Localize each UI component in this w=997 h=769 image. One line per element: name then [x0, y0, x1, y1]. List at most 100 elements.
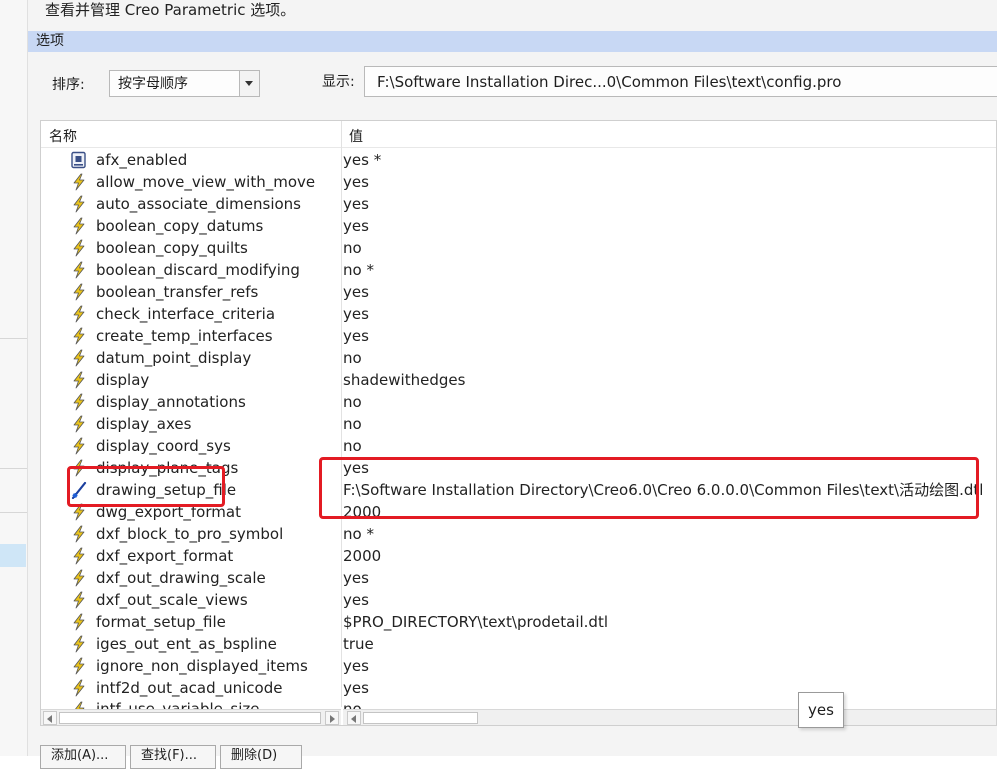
option-name: boolean_copy_datums — [96, 217, 264, 235]
option-value[interactable]: $PRO_DIRECTORY\text\prodetail.dtl — [343, 612, 608, 632]
scroll-right-icon[interactable] — [325, 711, 339, 725]
column-header-value[interactable]: 值 — [349, 126, 363, 146]
option-value[interactable]: yes — [343, 326, 369, 346]
lightning-icon — [70, 349, 88, 367]
option-value[interactable]: yes — [343, 172, 369, 192]
left-strip-selected-item[interactable] — [0, 544, 26, 567]
option-name: display_axes — [96, 415, 192, 433]
table-row[interactable]: check_interface_criteria yes — [41, 303, 996, 325]
table-row[interactable]: allow_move_view_with_move yes — [41, 171, 996, 193]
table-row[interactable]: display shadewithedges — [41, 369, 996, 391]
option-name: dxf_export_format — [96, 547, 234, 565]
table-row[interactable]: dxf_out_drawing_scale yes — [41, 567, 996, 589]
option-name: dxf_out_scale_views — [96, 591, 248, 609]
config-file-field[interactable]: F:\Software Installation Direc...0\Commo… — [364, 66, 997, 97]
column-header-name[interactable]: 名称 — [49, 126, 77, 146]
option-value[interactable]: no * — [343, 524, 374, 544]
option-value[interactable]: yes — [343, 282, 369, 302]
option-name: dxf_block_to_pro_symbol — [96, 525, 284, 543]
table-row[interactable]: format_setup_file $PRO_DIRECTORY\text\pro… — [41, 611, 996, 633]
table-row[interactable]: boolean_copy_datums yes — [41, 215, 996, 237]
config-file-path: F:\Software Installation Direc...0\Commo… — [377, 73, 842, 91]
table-row[interactable]: afx_enabled yes * — [41, 149, 996, 171]
option-value[interactable]: no — [343, 238, 362, 258]
option-name: display — [96, 371, 150, 389]
section-title: 选项 — [28, 31, 997, 52]
left-strip-divider — [0, 512, 27, 513]
delete-button[interactable]: 删除(D) — [220, 745, 302, 769]
sort-label: 排序: — [52, 77, 85, 93]
option-name: ignore_non_displayed_items — [96, 657, 308, 675]
sort-dropdown[interactable]: 按字母顺序 — [109, 70, 260, 97]
highlight-box-value — [319, 457, 979, 519]
table-row[interactable]: boolean_discard_modifying no * — [41, 259, 996, 281]
option-value[interactable]: yes — [343, 216, 369, 236]
scroll-left-icon[interactable] — [43, 711, 57, 725]
table-row[interactable]: auto_associate_dimensions yes — [41, 193, 996, 215]
option-name: afx_enabled — [96, 151, 188, 169]
table-row[interactable]: dxf_block_to_pro_symbol no * — [41, 523, 996, 545]
option-value[interactable]: no — [343, 436, 362, 456]
lightning-icon — [70, 657, 88, 675]
find-button[interactable]: 查找(F)... — [130, 745, 216, 769]
table-row[interactable]: boolean_copy_quilts no — [41, 237, 996, 259]
table-row[interactable]: dxf_out_scale_views yes — [41, 589, 996, 611]
scroll-thumb[interactable] — [59, 712, 321, 724]
lightning-icon — [70, 679, 88, 697]
lightning-icon — [70, 635, 88, 653]
value-column-scrollbar[interactable] — [343, 709, 996, 725]
option-value[interactable]: yes — [343, 194, 369, 214]
option-value[interactable]: yes * — [343, 150, 381, 170]
lightning-icon — [70, 569, 88, 587]
option-value[interactable]: 2000 — [343, 546, 381, 566]
option-name: boolean_copy_quilts — [96, 239, 248, 257]
option-name: check_interface_criteria — [96, 305, 276, 323]
scroll-thumb[interactable] — [363, 712, 478, 724]
left-strip-divider — [0, 468, 27, 469]
table-row[interactable]: display_coord_sys no — [41, 435, 996, 457]
option-name: iges_out_ent_as_bspline — [96, 635, 277, 653]
option-value[interactable]: no * — [343, 260, 374, 280]
option-value[interactable]: shadewithedges — [343, 370, 465, 390]
scroll-left-icon[interactable] — [347, 711, 361, 725]
add-button[interactable]: 添加(A)... — [40, 745, 126, 769]
option-value[interactable]: no — [343, 392, 362, 412]
option-value[interactable]: no — [343, 348, 362, 368]
highlight-box-name — [67, 466, 225, 507]
table-row[interactable]: display_axes no — [41, 413, 996, 435]
lightning-icon — [70, 371, 88, 389]
option-value[interactable]: yes — [343, 656, 369, 676]
option-value[interactable]: yes — [343, 304, 369, 324]
lightning-icon — [70, 305, 88, 323]
options-rows: afx_enabled yes * allow_move_view_with_mov… — [41, 149, 996, 713]
option-value[interactable]: yes — [343, 590, 369, 610]
table-row[interactable]: datum_point_display no — [41, 347, 996, 369]
option-value[interactable]: yes — [343, 678, 369, 698]
option-value[interactable]: yes — [343, 568, 369, 588]
page-description: 查看并管理 Creo Parametric 选项。 — [45, 1, 296, 19]
options-panel: 查看并管理 Creo Parametric 选项。 选项 排序: 按字母顺序 显… — [28, 0, 997, 769]
option-value[interactable]: true — [343, 634, 374, 654]
gray-config-icon — [70, 151, 88, 169]
option-name: create_temp_interfaces — [96, 327, 273, 345]
name-column-scrollbar[interactable] — [41, 709, 341, 725]
chevron-down-icon[interactable] — [239, 71, 259, 96]
option-name: format_setup_file — [96, 613, 226, 631]
show-label: 显示: — [322, 74, 355, 90]
lightning-icon — [70, 261, 88, 279]
option-value[interactable]: no — [343, 414, 362, 434]
option-name: allow_move_view_with_move — [96, 173, 316, 191]
table-row[interactable]: create_temp_interfaces yes — [41, 325, 996, 347]
option-name: datum_point_display — [96, 349, 252, 367]
option-name: display_coord_sys — [96, 437, 231, 455]
table-row[interactable]: ignore_non_displayed_items yes — [41, 655, 996, 677]
table-row[interactable]: iges_out_ent_as_bspline true — [41, 633, 996, 655]
table-row[interactable]: display_annotations no — [41, 391, 996, 413]
table-row[interactable]: dxf_export_format 2000 — [41, 545, 996, 567]
option-name: boolean_transfer_refs — [96, 283, 259, 301]
table-row[interactable]: intf2d_out_acad_unicode yes — [41, 677, 996, 699]
lightning-icon — [70, 217, 88, 235]
table-row[interactable]: boolean_transfer_refs yes — [41, 281, 996, 303]
left-strip-divider — [0, 338, 27, 339]
lightning-icon — [70, 613, 88, 631]
